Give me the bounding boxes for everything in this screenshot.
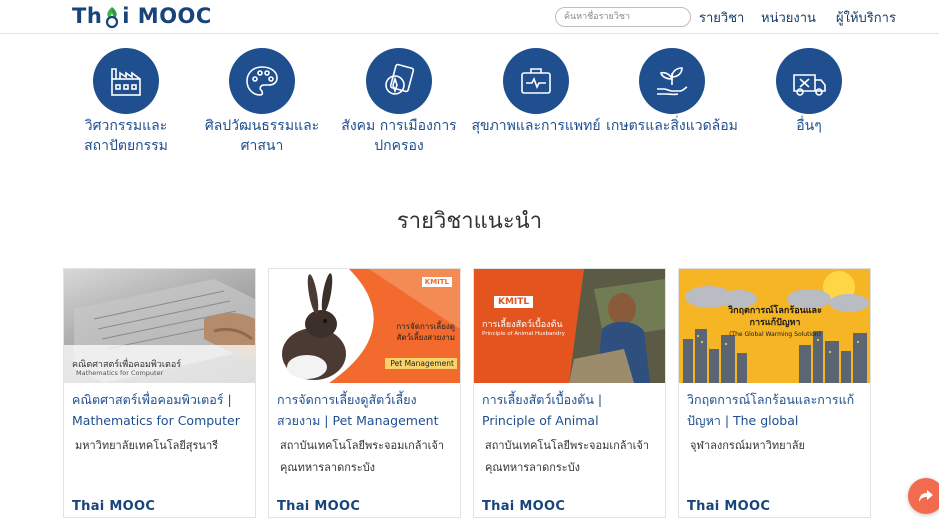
course-card[interactable]: KMITL การจัดการเลี้ยงดูสัตว์เลี้ยงสวยงาม… (268, 268, 461, 518)
course-card[interactable]: KMITL การเลี้ยงสัตว์เบื้องต้น Principle … (473, 268, 666, 518)
course-thumbnail: KMITL การเลี้ยงสัตว์เบื้องต้น Principle … (474, 269, 665, 383)
course-title[interactable]: การจัดการเลี้ยงดูสัตว์เลี้ยงสวยงาม | Pet… (277, 389, 452, 431)
card-thai-mooc-logo: Thai MOOC (482, 499, 566, 514)
course-institution: สถาบันเทคโนโลยีพระจอมเกล้าเจ้าคุณทหารลาด… (280, 439, 445, 474)
nav-organizations-link[interactable]: หน่วยงาน (761, 7, 816, 28)
card-thai-mooc-logo: Thai MOOC (687, 499, 771, 514)
category-engineering[interactable]: วิศวกรรมและสถาปัตยกรรม (56, 48, 196, 156)
category-health-medicine[interactable]: สุขภาพและการแพทย์ (466, 48, 606, 136)
course-thumbnail: วิกฤตการณ์โลกร้อนและการแก้ปัญหา (The Glo… (679, 269, 870, 383)
category-social-politics[interactable]: สังคม การเมืองการปกครอง (329, 48, 469, 156)
kmitl-badge: KMITL (494, 296, 534, 308)
logo-text-right: i MOOC (122, 4, 212, 28)
course-title[interactable]: การเลี้ยงสัตว์เบื้องต้น | Principle of A… (482, 389, 657, 431)
factory-icon (93, 48, 159, 114)
logo-leaf-icon (103, 5, 121, 29)
tools-truck-icon (776, 48, 842, 114)
category-agriculture-environment[interactable]: เกษตรและสิ่งแวดล้อม (602, 48, 742, 136)
category-others[interactable]: อื่นๆ (739, 48, 879, 136)
course-thumbnail: คณิตศาสตร์เพื่อคอมพิวเตอร์ Mathematics f… (64, 269, 255, 383)
medical-kit-icon (503, 48, 569, 114)
thumbnail-title-th: วิกฤตการณ์โลกร้อนและการแก้ปัญหา (728, 306, 822, 328)
recommended-courses-heading: รายวิชาแนะนำ (396, 209, 543, 234)
category-label: เกษตรและสิ่งแวดล้อม (606, 118, 738, 134)
thumbnail-title-th: การเลี้ยงสัตว์เบื้องต้น (482, 320, 563, 330)
category-label: สุขภาพและการแพทย์ (471, 118, 601, 134)
course-institution: จุฬาลงกรณ์มหาวิทยาลัย (690, 439, 805, 452)
category-label: อื่นๆ (796, 118, 822, 134)
thumbnail-title-en: (The Global Warming Solution) (729, 331, 821, 338)
thumbnail-title-en: Principle of Animal Husbandry (482, 331, 565, 337)
plant-hand-icon (639, 48, 705, 114)
nav-providers-link[interactable]: ผู้ให้บริการ (836, 7, 896, 28)
kmitl-badge: KMITL (421, 277, 452, 287)
thumbnail-title-th: การจัดการเลี้ยงดูสัตว์เลี้ยงสวยงาม (396, 322, 455, 342)
nav-courses-link[interactable]: รายวิชา (699, 7, 744, 28)
palette-icon (229, 48, 295, 114)
share-button[interactable] (908, 478, 939, 514)
category-label: สังคม การเมืองการปกครอง (341, 118, 457, 154)
course-card[interactable]: คณิตศาสตร์เพื่อคอมพิวเตอร์ Mathematics f… (63, 268, 256, 518)
card-thai-mooc-logo: Thai MOOC (72, 499, 156, 514)
share-arrow-icon (919, 490, 933, 502)
logo-text-left: Th (72, 4, 103, 28)
category-label: ศิลปวัฒนธรรมและศาสนา (204, 118, 320, 154)
card-thai-mooc-logo: Thai MOOC (277, 499, 361, 514)
course-institution: สถาบันเทคโนโลยีพระจอมเกล้าเจ้าคุณทหารลาด… (485, 439, 650, 474)
course-search-input[interactable] (555, 7, 691, 27)
top-header: Th i MOOC รายวิชา หน่วยงาน ผู้ให้บริการ (0, 0, 939, 34)
course-institution: มหาวิทยาลัยเทคโนโลยีสุรนารี (75, 439, 219, 452)
category-label: วิศวกรรมและสถาปัตยกรรม (84, 118, 168, 154)
thai-mooc-logo[interactable]: Th i MOOC (72, 3, 212, 29)
compass-icon (366, 48, 432, 114)
course-title[interactable]: คณิตศาสตร์เพื่อคอมพิวเตอร์ | Mathematics… (72, 389, 247, 431)
course-thumbnail: KMITL การจัดการเลี้ยงดูสัตว์เลี้ยงสวยงาม… (269, 269, 460, 383)
course-title[interactable]: วิกฤตการณ์โลกร้อนและการแก้ปัญหา | The gl… (687, 389, 862, 431)
thumbnail-title-en: Mathematics for Computer (76, 369, 164, 377)
course-card[interactable]: วิกฤตการณ์โลกร้อนและการแก้ปัญหา (The Glo… (678, 268, 871, 518)
category-arts-culture[interactable]: ศิลปวัฒนธรรมและศาสนา (192, 48, 332, 156)
thumbnail-title-en: Pet Management (385, 358, 457, 369)
